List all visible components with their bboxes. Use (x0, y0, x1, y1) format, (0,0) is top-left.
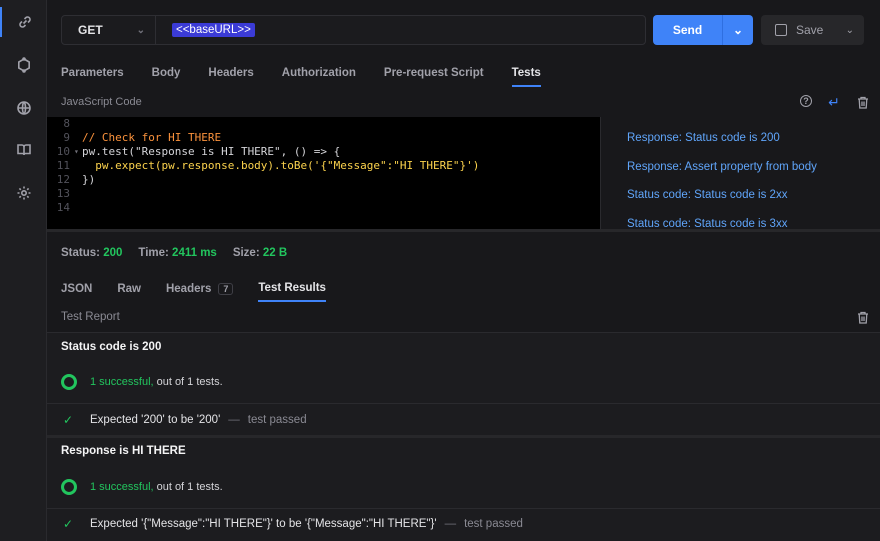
send-options-chevron-icon[interactable]: ⌄ (723, 15, 753, 45)
test-status: test passed (247, 414, 307, 426)
save-label: Save (796, 23, 824, 37)
time-label: Time: (138, 247, 169, 259)
tab-tests[interactable]: Tests (511, 67, 541, 87)
summary-rest: out of 1 tests. (156, 481, 223, 493)
success-ring-icon (61, 374, 77, 390)
rest-nav-button[interactable] (0, 7, 47, 37)
book-icon (16, 144, 31, 156)
status-value: 200 (103, 247, 123, 259)
docs-nav-button[interactable] (0, 135, 47, 165)
code-editor[interactable]: 8 9// Check for HI THERE 10 ▾ pw.test("Res… (47, 117, 600, 229)
test-status: test passed (464, 518, 523, 530)
clear-results-trash-icon[interactable] (857, 311, 869, 327)
code-line: 9// Check for HI THERE (63, 131, 222, 144)
request-tabs: Parameters Body Headers Authorization Pr… (61, 67, 569, 87)
expectation-text: Expected '200' to be '200' (90, 414, 221, 426)
code-line: 8 (63, 117, 70, 130)
settings-nav-button[interactable] (0, 178, 47, 208)
send-button[interactable]: Send ⌄ (653, 15, 753, 45)
test-summary: 1 successful, out of 1 tests. (61, 479, 223, 495)
code-comment: // Check for HI THERE (82, 131, 222, 144)
wrap-lines-icon[interactable]: ↵ (827, 94, 841, 110)
tab-headers[interactable]: Headers (208, 67, 253, 87)
chevron-down-icon: ⌄ (136, 24, 145, 36)
test-result-group: Status code is 200 1 successful, out of … (47, 333, 880, 435)
graphql-icon (17, 57, 30, 73)
code-line: 12}) (56, 173, 96, 186)
snippet-link[interactable]: Response: Assert property from body (627, 161, 817, 173)
test-expectation: ✓ Expected '200' to be '200' — test pass… (63, 413, 307, 427)
snippet-link[interactable]: Status code: Status code is 3xx (627, 218, 787, 229)
tab-authorization[interactable]: Authorization (282, 67, 356, 87)
url-variable-tag: <<baseURL>> (172, 23, 255, 37)
tab-test-results[interactable]: Test Results (258, 282, 326, 302)
check-icon: ✓ (63, 517, 74, 531)
summary-rest: out of 1 tests. (156, 376, 223, 388)
tab-response-headers-label: Headers (165, 283, 212, 295)
help-icon[interactable]: ? (800, 95, 812, 107)
save-options-chevron-icon[interactable]: ⌄ (846, 25, 854, 36)
time-value: 2411 ms (172, 247, 217, 259)
check-icon: ✓ (63, 413, 74, 427)
test-summary: 1 successful, out of 1 tests. (61, 374, 223, 390)
snippet-link[interactable]: Status code: Status code is 2xx (627, 189, 787, 201)
status-label: Status: (61, 247, 100, 259)
successful-count: 1 successful, (90, 376, 154, 388)
editor-toolbar: ? ↵ (800, 94, 870, 110)
size-value: 22 B (262, 247, 288, 259)
method-select[interactable]: GET ⌄ (62, 16, 156, 44)
expectation-text: Expected '{"Message":"HI THERE"}' to be … (90, 518, 437, 530)
code-line: 10 ▾ pw.test("Response is HI THERE", () =>… (56, 145, 341, 159)
fold-arrow-icon[interactable]: ▾ (74, 145, 82, 159)
response-meta: Status: 200 Time: 2411 ms Size: 22 B (61, 247, 287, 259)
globe-icon (16, 101, 31, 115)
code-language-label: JavaScript Code (61, 96, 142, 108)
graphql-nav-button[interactable] (0, 50, 47, 80)
successful-count: 1 successful, (90, 481, 154, 493)
size-label: Size: (232, 247, 260, 259)
code-line: 11 pw.expect(pw.response.body).toBe('{"M… (56, 159, 480, 172)
link-icon (18, 16, 31, 28)
test-title: Response is HI THERE (61, 445, 186, 457)
trash-icon[interactable] (856, 95, 870, 109)
url-bar: GET ⌄ <<baseURL>> (61, 15, 646, 45)
url-input[interactable]: <<baseURL>> (156, 16, 645, 44)
headers-count-badge: 7 (218, 283, 234, 295)
code-line: 14 (56, 201, 70, 214)
tab-parameters[interactable]: Parameters (61, 67, 124, 87)
tab-raw[interactable]: Raw (117, 283, 141, 301)
tab-body[interactable]: Body (152, 67, 181, 87)
sidebar-rail (0, 0, 47, 541)
snippets-panel: Response: Status code is 200 Response: A… (600, 117, 880, 229)
save-button[interactable]: Save ⌄ (761, 15, 864, 45)
test-report-label: Test Report (61, 311, 120, 323)
send-label: Send (653, 15, 723, 45)
method-label: GET (78, 23, 103, 37)
tab-json[interactable]: JSON (61, 283, 92, 301)
success-ring-icon (61, 479, 77, 495)
tab-response-headers[interactable]: Headers 7 (165, 283, 234, 301)
separator-dash: — (228, 414, 240, 426)
test-expectation: ✓ Expected '{"Message":"HI THERE"}' to b… (63, 517, 523, 531)
panel-resize-handle[interactable] (47, 229, 880, 232)
save-disk-icon (775, 24, 787, 36)
settings-icon (17, 186, 30, 200)
test-title: Status code is 200 (61, 341, 162, 353)
tab-pre-request-script[interactable]: Pre-request Script (384, 67, 484, 87)
separator-dash: — (444, 518, 457, 530)
test-result-group: Response is HI THERE 1 successful, out o… (47, 438, 880, 541)
snippet-link[interactable]: Response: Status code is 200 (627, 132, 780, 144)
response-tabs: JSON Raw Headers 7 Test Results (61, 282, 351, 302)
code-line: 13 (56, 187, 70, 200)
realtime-nav-button[interactable] (0, 93, 47, 123)
